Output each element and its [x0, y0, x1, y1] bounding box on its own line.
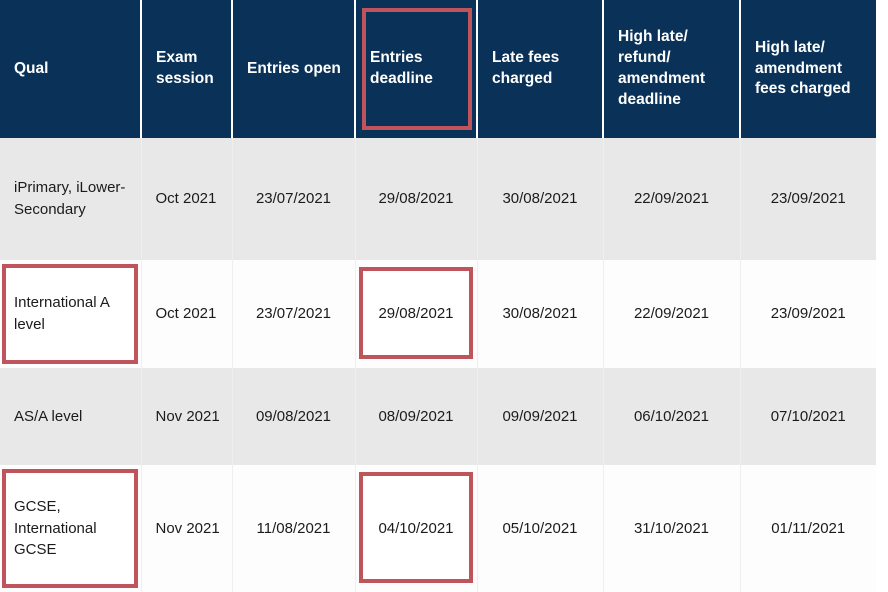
- cell-high-late-fees: 07/10/2021: [740, 368, 876, 465]
- cell-exam-session-text: Nov 2021: [155, 407, 220, 425]
- cell-high-late-deadline-text: 22/09/2021: [633, 305, 710, 323]
- cell-high-late-deadline-text: 06/10/2021: [633, 407, 710, 425]
- screenshot-root: Qual Exam session Entries open Entries d…: [0, 0, 888, 592]
- cell-qual: AS/A level: [0, 368, 142, 465]
- table-header: Qual Exam session Entries open Entries d…: [0, 0, 876, 138]
- cell-late-fees-charged-text: 09/09/2021: [502, 407, 578, 425]
- column-header-qual: Qual: [0, 0, 142, 138]
- cell-high-late-fees: 23/09/2021: [740, 138, 876, 260]
- cell-qual: International A level: [0, 260, 142, 368]
- cell-qual-text: AS/A level: [14, 407, 83, 425]
- cell-high-late-deadline: 22/09/2021: [603, 138, 741, 260]
- highlight-box-header-entries-deadline: [362, 8, 472, 130]
- cell-entries-open: 23/07/2021: [232, 138, 356, 260]
- exam-entry-deadlines-table: Qual Exam session Entries open Entries d…: [0, 0, 876, 592]
- cell-entries-open: 11/08/2021: [232, 465, 356, 592]
- cell-high-late-fees: 01/11/2021: [740, 465, 876, 592]
- highlight-box-row2-qual: [2, 264, 138, 364]
- cell-entries-deadline-text: 08/09/2021: [378, 407, 454, 425]
- cell-high-late-fees-text: 07/10/2021: [770, 407, 846, 425]
- cell-entries-deadline: 04/10/2021: [355, 465, 478, 592]
- cell-exam-session-text: Oct 2021: [155, 190, 217, 208]
- cell-exam-session-text: Oct 2021: [155, 305, 217, 323]
- column-header-high-late-amendment-fees-charged-label: High late/ amendment fees charged: [755, 38, 851, 98]
- cell-entries-open-text: 23/07/2021: [255, 190, 332, 208]
- cell-late-fees-charged: 09/09/2021: [477, 368, 604, 465]
- column-header-entries-deadline: Entries deadline: [355, 0, 478, 138]
- cell-entries-deadline-text: 29/08/2021: [378, 305, 454, 323]
- cell-qual-text: iPrimary, iLower-Secondary: [14, 179, 126, 218]
- column-header-qual-label: Qual: [14, 59, 49, 77]
- cell-late-fees-charged: 30/08/2021: [477, 138, 604, 260]
- column-header-entries-open-label: Entries open: [247, 59, 341, 77]
- cell-entries-deadline: 29/08/2021: [355, 260, 478, 368]
- table-row: iPrimary, iLower-Secondary Oct 2021 23/0…: [0, 138, 876, 260]
- cell-entries-deadline-text: 29/08/2021: [378, 190, 454, 208]
- cell-high-late-deadline-text: 22/09/2021: [633, 190, 710, 208]
- cell-entries-open-text: 23/07/2021: [255, 305, 332, 323]
- cell-qual: GCSE, International GCSE: [0, 465, 142, 592]
- cell-late-fees-charged-text: 05/10/2021: [502, 519, 578, 537]
- cell-late-fees-charged: 05/10/2021: [477, 465, 604, 592]
- column-header-entries-deadline-label: Entries deadline: [370, 49, 433, 87]
- cell-exam-session-text: Nov 2021: [155, 519, 220, 537]
- table-body: iPrimary, iLower-Secondary Oct 2021 23/0…: [0, 138, 876, 592]
- cell-entries-open: 23/07/2021: [232, 260, 356, 368]
- cell-exam-session: Nov 2021: [141, 465, 233, 592]
- cell-high-late-fees-text: 23/09/2021: [770, 190, 846, 208]
- column-header-high-late-refund-amendment-deadline: High late/ refund/ amendment deadline: [603, 0, 741, 138]
- cell-entries-deadline-text: 04/10/2021: [378, 519, 454, 537]
- column-header-exam-session-label: Exam session: [156, 49, 214, 87]
- column-header-high-late-amendment-fees-charged: High late/ amendment fees charged: [740, 0, 876, 138]
- cell-entries-deadline: 08/09/2021: [355, 368, 478, 465]
- cell-high-late-fees-text: 01/11/2021: [771, 519, 846, 537]
- cell-entries-open-text: 11/08/2021: [256, 519, 331, 537]
- cell-entries-open: 09/08/2021: [232, 368, 356, 465]
- cell-late-fees-charged-text: 30/08/2021: [502, 305, 578, 323]
- cell-high-late-fees: 23/09/2021: [740, 260, 876, 368]
- cell-high-late-deadline: 31/10/2021: [603, 465, 741, 592]
- table-row: GCSE, International GCSE Nov 2021 11/08/…: [0, 465, 876, 592]
- cell-qual-text: International A level: [14, 294, 110, 333]
- table-row: International A level Oct 2021 23/07/202…: [0, 260, 876, 368]
- cell-late-fees-charged-text: 30/08/2021: [502, 190, 578, 208]
- cell-exam-session: Nov 2021: [141, 368, 233, 465]
- column-header-late-fees-charged-label: Late fees charged: [492, 49, 560, 87]
- column-header-late-fees-charged: Late fees charged: [477, 0, 604, 138]
- cell-entries-open-text: 09/08/2021: [255, 407, 332, 425]
- column-header-exam-session: Exam session: [141, 0, 233, 138]
- cell-qual: iPrimary, iLower-Secondary: [0, 138, 142, 260]
- column-header-entries-open: Entries open: [232, 0, 356, 138]
- cell-high-late-fees-text: 23/09/2021: [770, 305, 846, 323]
- cell-exam-session: Oct 2021: [141, 260, 233, 368]
- cell-exam-session: Oct 2021: [141, 138, 233, 260]
- header-row: Qual Exam session Entries open Entries d…: [0, 0, 876, 138]
- cell-late-fees-charged: 30/08/2021: [477, 260, 604, 368]
- column-header-high-late-refund-amendment-deadline-label: High late/ refund/ amendment deadline: [618, 28, 705, 108]
- cell-high-late-deadline: 06/10/2021: [603, 368, 741, 465]
- cell-high-late-deadline: 22/09/2021: [603, 260, 741, 368]
- cell-entries-deadline: 29/08/2021: [355, 138, 478, 260]
- cell-qual-text: GCSE, International GCSE: [14, 497, 97, 559]
- table-row: AS/A level Nov 2021 09/08/2021 08/09/202…: [0, 368, 876, 465]
- cell-high-late-deadline-text: 31/10/2021: [633, 519, 710, 537]
